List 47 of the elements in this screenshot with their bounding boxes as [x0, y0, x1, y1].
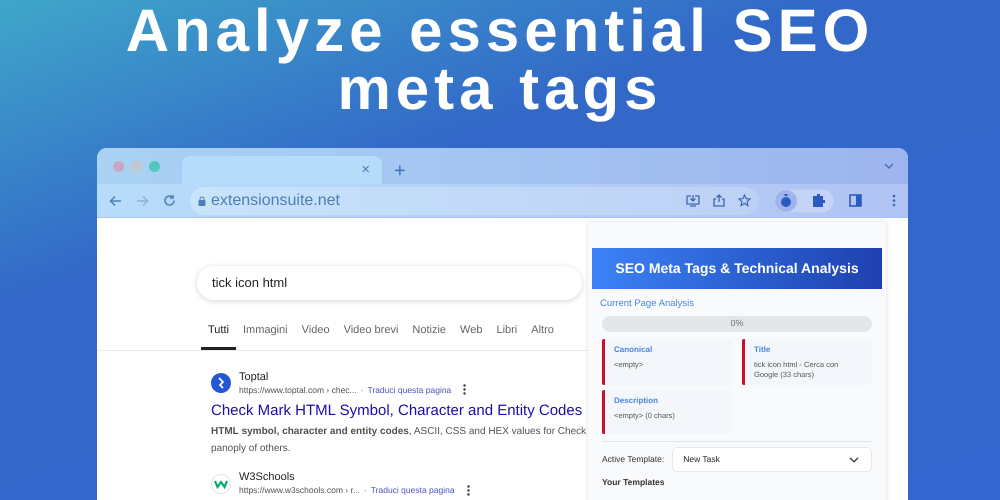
translate-link[interactable]: Traduci questa pagina — [370, 484, 455, 497]
back-icon[interactable] — [109, 194, 122, 206]
site-logo-icon — [211, 373, 231, 394]
search-tab[interactable]: Video brevi — [336, 318, 406, 350]
result-title[interactable]: Check Mark HTML Symbol, Character and Entity Codes — [211, 400, 582, 423]
search-tab[interactable]: Immagini — [236, 318, 295, 350]
url-text: extensionsuite.net — [211, 190, 340, 210]
lock-icon — [198, 196, 206, 206]
popup-title: SEO Meta Tags & Technical Analysis — [592, 248, 882, 289]
result-url: https://www.toptal.com › chec... — [239, 384, 357, 396]
templates-heading: Your Templates — [602, 476, 666, 489]
search-tab[interactable]: Notizie — [405, 318, 454, 350]
address-bar[interactable]: extensionsuite.net — [190, 186, 759, 214]
separator-dot: · — [360, 384, 364, 396]
template-select[interactable]: New Task — [672, 447, 872, 472]
result-snippet: HTML symbol, character and entity codes, ASCII, CSS and HEX values for Check — [211, 425, 586, 440]
search-tab[interactable]: Web — [453, 318, 490, 350]
install-icon[interactable] — [686, 194, 700, 207]
share-icon[interactable] — [713, 194, 725, 207]
search-tab[interactable]: Tutti — [201, 318, 236, 350]
tab-close-button[interactable]: × — [361, 158, 370, 182]
more-options-icon[interactable] — [463, 384, 466, 396]
search-tab[interactable]: Video — [294, 318, 337, 350]
side-panel-icon[interactable] — [849, 194, 862, 207]
browser-tab[interactable]: × — [182, 156, 382, 184]
section-heading: Current Page Analysis — [600, 297, 695, 311]
extensions-pill-drawing[interactable] — [773, 188, 835, 214]
more-options-icon[interactable] — [466, 485, 470, 496]
search-tab[interactable]: Libri — [489, 318, 524, 350]
card-label: Title — [754, 344, 772, 356]
search-field[interactable]: tick icon html — [197, 266, 582, 300]
translate-link[interactable]: Traduci questa pagina — [367, 384, 452, 396]
card-label: Description — [614, 395, 660, 408]
result-url: https://www.w3schools.com › r... — [239, 484, 360, 497]
progress-label: 0% — [730, 317, 744, 330]
card-label: Canonical — [614, 344, 654, 356]
reload-icon[interactable] — [163, 194, 176, 207]
menu-icon[interactable] — [892, 194, 896, 207]
chevron-down-icon[interactable] — [884, 163, 894, 169]
separator-dot: · — [364, 484, 367, 497]
site-logo-icon — [211, 474, 231, 494]
site-name: Toptal — [239, 370, 270, 384]
result-snippet: panoply of others. — [211, 442, 290, 456]
star-icon[interactable] — [738, 194, 751, 207]
site-name: W3Schools — [239, 471, 296, 484]
template-label: Active Template: — [602, 453, 664, 466]
search-tab[interactable]: Altro — [524, 318, 561, 350]
